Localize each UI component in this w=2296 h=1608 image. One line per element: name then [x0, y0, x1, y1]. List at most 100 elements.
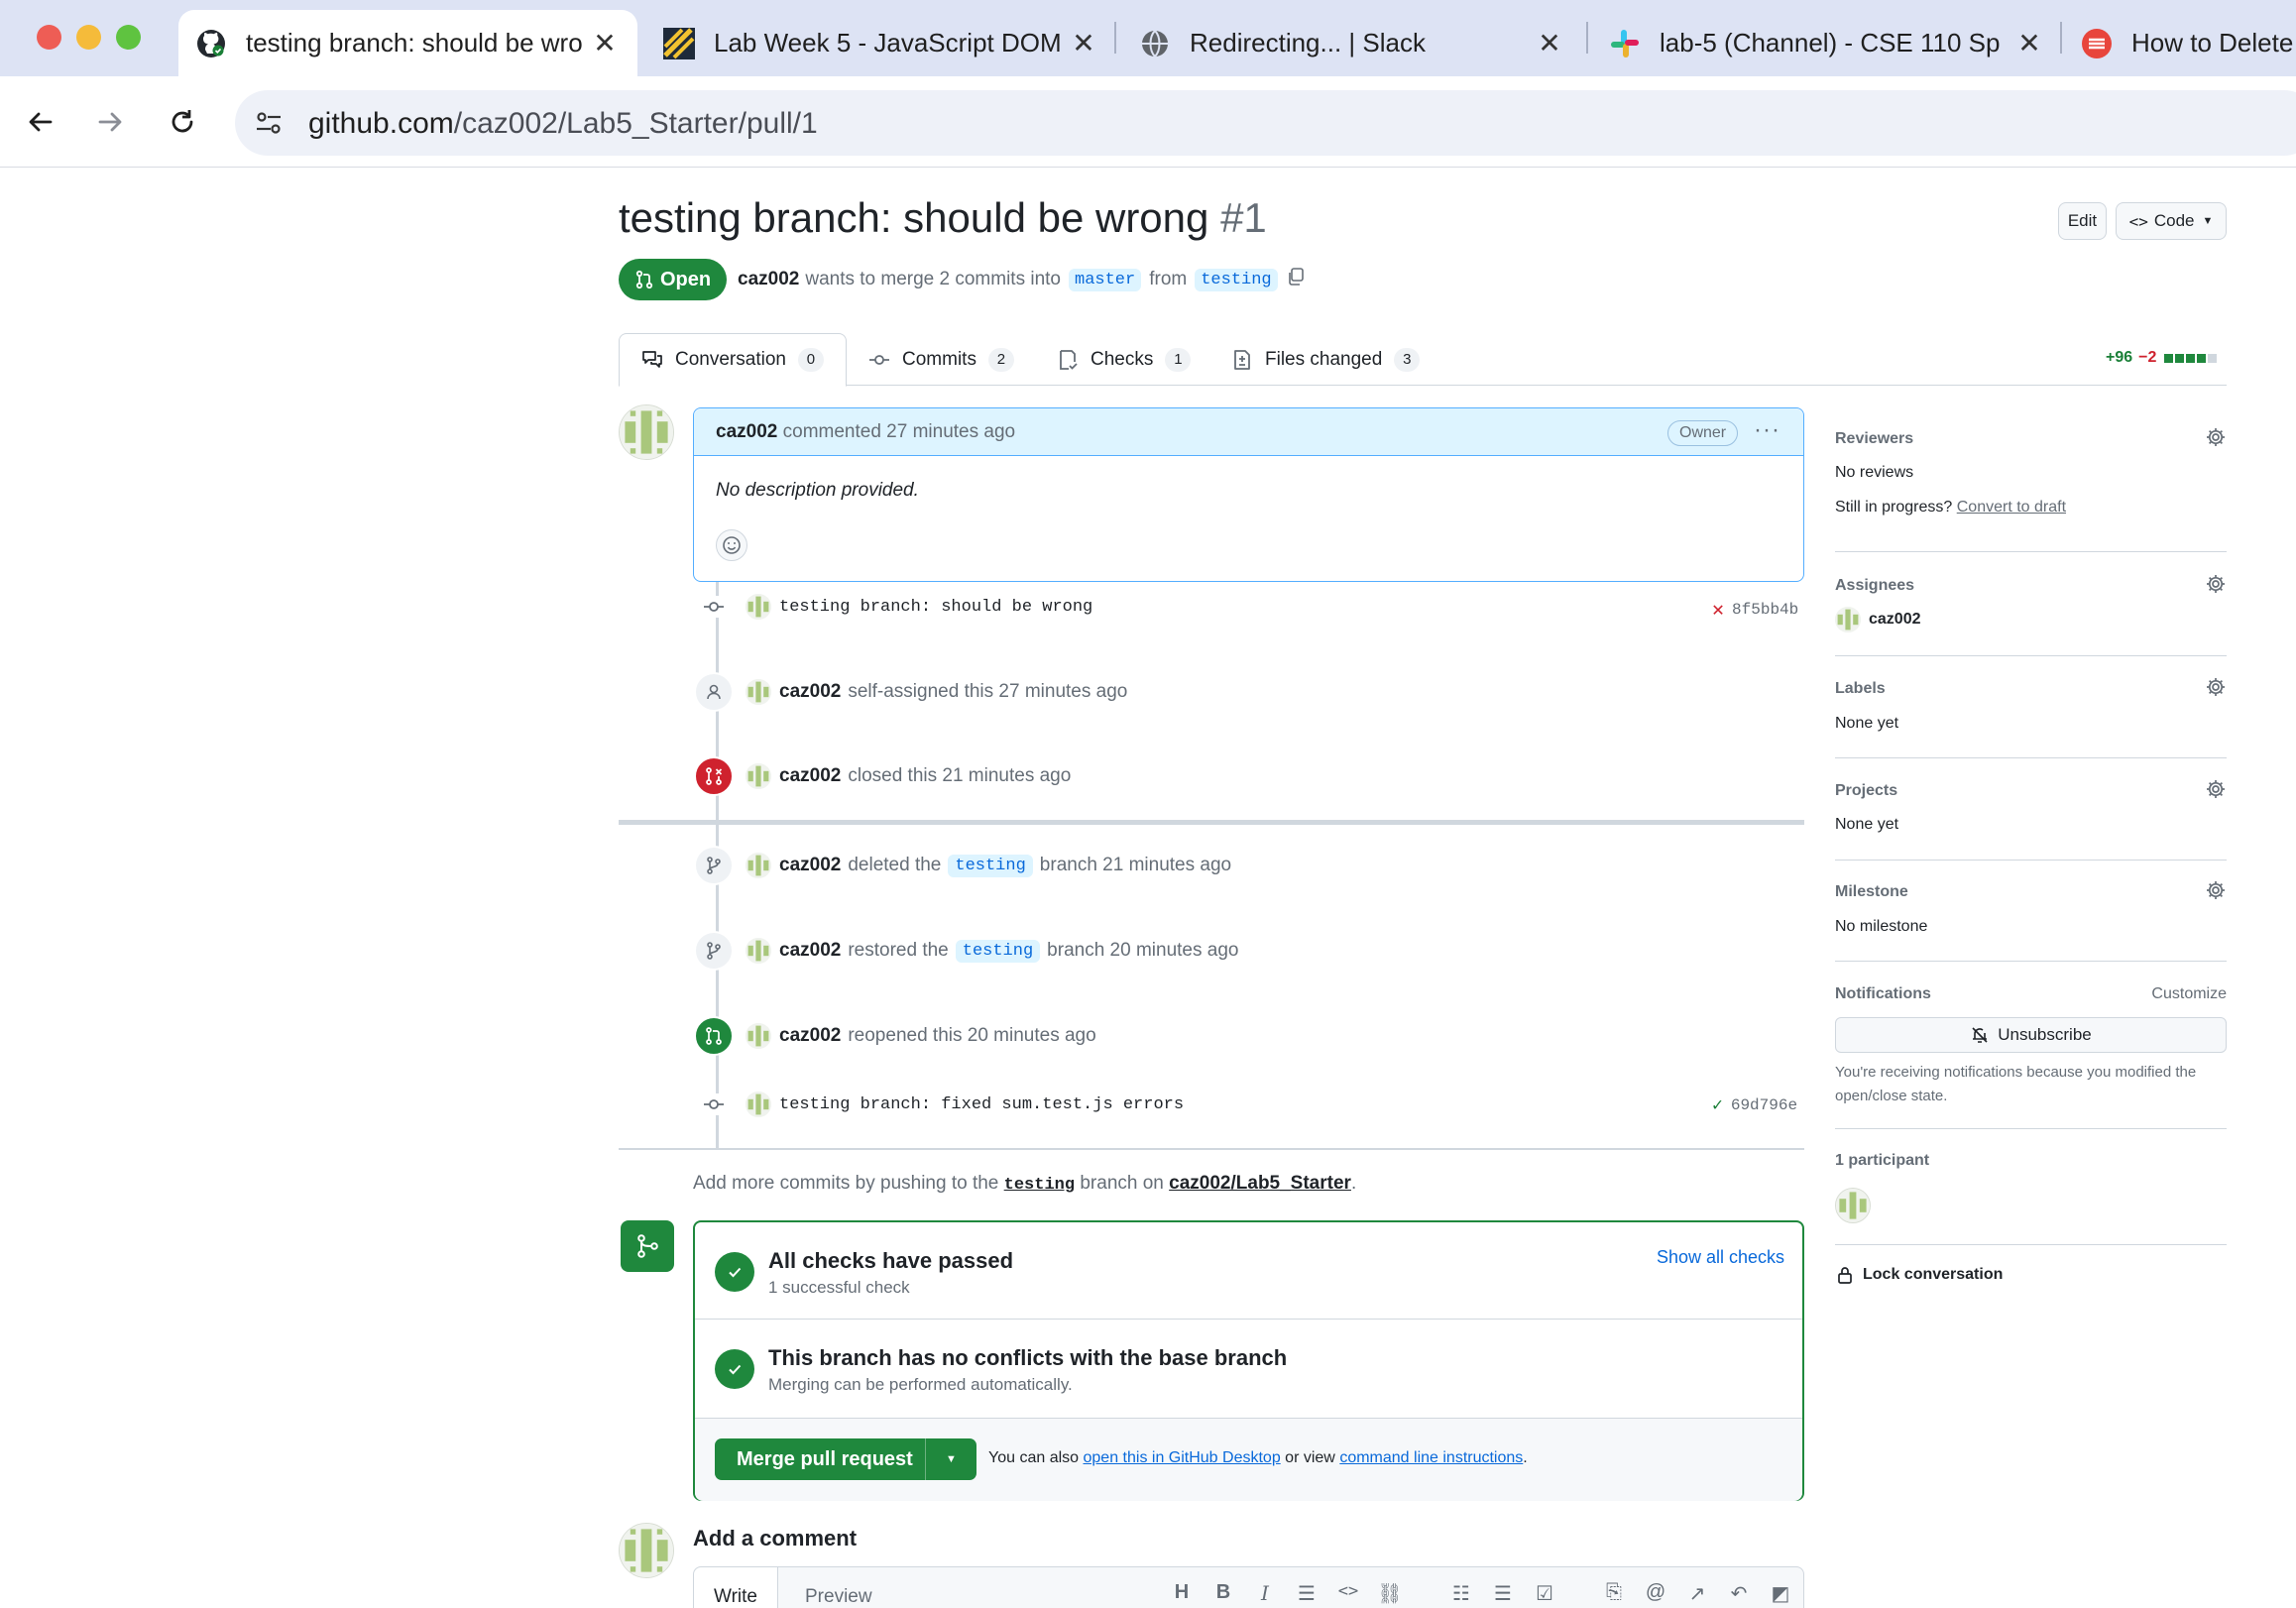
deletions-count: −2 — [2138, 349, 2157, 366]
unordered-list-icon[interactable]: ☰ — [1489, 1581, 1517, 1606]
close-tab-icon[interactable]: ✕ — [2014, 27, 2044, 59]
reply-icon[interactable]: ↶ — [1725, 1581, 1753, 1606]
browser-tab[interactable]: Redirecting... | Slack ✕ — [1138, 10, 1564, 76]
status-label: Open — [659, 268, 712, 290]
avatar[interactable] — [619, 404, 674, 460]
unsubscribe-button[interactable]: Unsubscribe — [1835, 1017, 2227, 1053]
tab-files-changed[interactable]: Files changed 3 — [1231, 333, 1421, 386]
avatar[interactable] — [746, 594, 771, 620]
browser-tab[interactable]: How to Delete — [2080, 10, 2296, 76]
smiley-icon — [723, 536, 741, 554]
avatar[interactable] — [619, 1523, 674, 1578]
heading-icon[interactable]: H — [1168, 1581, 1196, 1604]
timeline-event: caz002 self-assigned this 27 minutes ago — [694, 672, 1127, 712]
comment-author[interactable]: caz002 — [716, 421, 777, 442]
tab-preview[interactable]: Preview — [805, 1567, 872, 1608]
reload-button[interactable] — [159, 98, 206, 146]
gear-icon[interactable] — [2205, 426, 2227, 454]
actor-link[interactable]: caz002 — [779, 1025, 841, 1047]
actor-link[interactable]: caz002 — [779, 940, 841, 962]
timeline-event: caz002 reopened this 20 minutes ago — [694, 1016, 1096, 1056]
gear-icon[interactable] — [2205, 573, 2227, 601]
tab-counter: 3 — [1394, 347, 1421, 372]
head-branch[interactable]: testing — [1195, 268, 1278, 291]
commit-sha[interactable]: ✓ 69d796e — [1712, 1094, 1797, 1116]
edit-button[interactable]: Edit — [2058, 202, 2107, 240]
slash-commands-icon[interactable]: ◩ — [1767, 1581, 1794, 1606]
close-tab-icon[interactable]: ✕ — [1535, 27, 1564, 59]
maximize-window-button[interactable] — [116, 25, 141, 50]
avatar[interactable] — [746, 763, 771, 789]
copy-icon[interactable] — [1286, 267, 1306, 292]
link-icon[interactable]: ⛓ — [1376, 1581, 1404, 1606]
back-button[interactable] — [17, 98, 64, 146]
commit-sha[interactable]: ✕ 8f5bb4b — [1712, 597, 1798, 623]
add-reaction-button[interactable] — [716, 529, 747, 561]
convert-to-draft-link[interactable]: Convert to draft — [1957, 499, 2066, 516]
site-settings-icon[interactable] — [253, 107, 285, 145]
base-branch[interactable]: master — [1069, 268, 1142, 291]
check-icon[interactable]: ✓ — [1712, 1094, 1723, 1116]
lock-conversation-link[interactable]: Lock conversation — [1835, 1265, 2003, 1285]
forward-button[interactable] — [86, 98, 134, 146]
avatar[interactable] — [746, 938, 771, 964]
diffstat-bar — [2162, 353, 2218, 363]
italic-icon[interactable]: I — [1251, 1581, 1279, 1605]
branch-link[interactable]: testing — [1004, 1176, 1075, 1195]
gear-icon[interactable] — [2205, 676, 2227, 704]
close-tab-icon[interactable]: ✕ — [590, 27, 620, 59]
task-list-icon[interactable]: ☑ — [1531, 1581, 1558, 1606]
timeline-event: caz002 deleted the testing branch 21 minute… — [694, 846, 1231, 885]
commit-message[interactable]: testing branch: should be wrong — [779, 598, 1092, 617]
tab-commits[interactable]: Commits 2 — [868, 333, 1014, 386]
code-button[interactable]: <> Code ▼ — [2116, 202, 2227, 240]
actor-link[interactable]: caz002 — [779, 681, 841, 703]
participant-avatar[interactable] — [1835, 1188, 1871, 1223]
close-window-button[interactable] — [37, 25, 61, 50]
code-icon[interactable]: <> — [1334, 1581, 1362, 1601]
browser-tab-active[interactable]: testing branch: should be wro ✕ — [178, 10, 637, 76]
url-text: github.com/caz002/Lab5_Starter/pull/1 — [308, 107, 818, 140]
merge-options-dropdown[interactable]: ▼ — [925, 1438, 976, 1480]
branch-label[interactable]: testing — [955, 939, 1041, 963]
sidebar-reviewers: Reviewers No reviews Still in progress? … — [1835, 428, 2227, 519]
actor-link[interactable]: caz002 — [779, 765, 841, 787]
diffstat: +96 −2 — [2106, 349, 2218, 367]
cross-reference-icon[interactable]: ↗ — [1683, 1581, 1711, 1606]
assignee[interactable]: caz002 — [1835, 607, 1921, 632]
tab-conversation[interactable]: Conversation 0 — [619, 333, 847, 387]
gear-icon[interactable] — [2205, 879, 2227, 907]
tab-checks[interactable]: Checks 1 — [1057, 333, 1192, 386]
gear-icon[interactable] — [2205, 778, 2227, 806]
commit-message[interactable]: testing branch: fixed sum.test.js errors — [779, 1095, 1184, 1114]
avatar[interactable] — [746, 1023, 771, 1049]
avatar[interactable] — [746, 853, 771, 878]
author-link[interactable]: caz002 — [738, 269, 799, 290]
command-line-instructions-link[interactable]: command line instructions — [1339, 1449, 1523, 1466]
merge-pull-request-button[interactable]: Merge pull request ▼ — [715, 1438, 976, 1480]
comment-timestamp[interactable]: commented 27 minutes ago — [783, 421, 1015, 442]
avatar[interactable] — [746, 679, 771, 705]
paperclip-icon[interactable]: ⎘ — [1600, 1581, 1628, 1604]
open-github-desktop-link[interactable]: open this in GitHub Desktop — [1084, 1449, 1281, 1466]
avatar[interactable] — [746, 1091, 771, 1117]
x-icon[interactable]: ✕ — [1712, 597, 1724, 623]
actor-link[interactable]: caz002 — [779, 855, 841, 876]
branch-label[interactable]: testing — [948, 854, 1033, 877]
ordered-list-icon[interactable]: ☷ — [1447, 1581, 1475, 1606]
kebab-menu-icon[interactable]: ··· — [1754, 416, 1780, 444]
repo-link[interactable]: caz002/Lab5_Starter — [1169, 1173, 1351, 1194]
customize-link[interactable]: Customize — [2151, 985, 2227, 1003]
tab-write[interactable]: Write — [694, 1567, 778, 1608]
show-all-checks-link[interactable]: Show all checks — [1657, 1247, 1784, 1268]
browser-tab[interactable]: Lab Week 5 - JavaScript DOM ✕ — [662, 10, 1098, 76]
bold-icon[interactable]: B — [1209, 1581, 1237, 1604]
notification-reason: You're receiving notifications because y… — [1835, 1064, 2197, 1104]
browser-tab[interactable]: lab-5 (Channel) - CSE 110 Sp ✕ — [1608, 10, 2044, 76]
close-tab-icon[interactable]: ✕ — [1069, 27, 1098, 59]
status-badge: Open — [619, 259, 727, 300]
mention-icon[interactable]: @ — [1642, 1581, 1669, 1604]
address-bar[interactable]: github.com/caz002/Lab5_Starter/pull/1 — [235, 90, 2296, 156]
quote-icon[interactable]: ☰ — [1293, 1581, 1320, 1606]
minimize-window-button[interactable] — [76, 25, 101, 50]
